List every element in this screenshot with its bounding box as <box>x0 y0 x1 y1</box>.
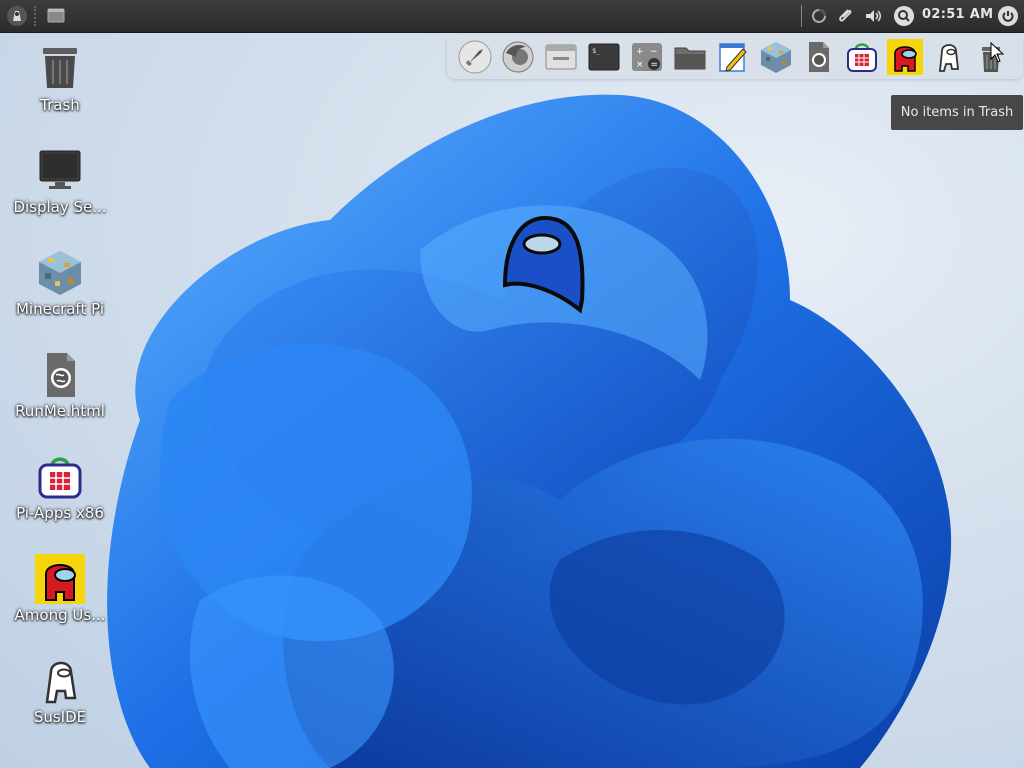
panel-separator <box>801 5 802 27</box>
panel-grip <box>34 6 38 26</box>
desktop-icon-label: SusIDE <box>33 708 87 726</box>
terminal-icon[interactable]: $_ <box>586 39 622 75</box>
desktop-icon-display-settings[interactable]: Display Se... <box>5 146 115 238</box>
desktop-icon-susIDE[interactable]: SusIDE <box>5 656 115 748</box>
html-file-icon[interactable] <box>801 39 837 75</box>
dock: $_ + − × = <box>447 35 1023 79</box>
firefox-icon[interactable] <box>500 39 536 75</box>
desktop-icon-label: Display Se... <box>13 198 107 216</box>
susIDE-icon[interactable] <box>930 39 966 75</box>
desktop-icon-trash[interactable]: Trash <box>5 44 115 136</box>
desktop-icon-label: RunMe.html <box>15 402 105 420</box>
susIDE-icon <box>45 661 77 704</box>
svg-text:$_: $_ <box>592 47 601 55</box>
trash-icon <box>43 48 77 88</box>
calculator-icon[interactable]: + − × = <box>629 39 665 75</box>
app-menu-icon[interactable] <box>6 5 28 27</box>
search-icon[interactable] <box>893 5 915 27</box>
minecraft-icon <box>39 251 81 295</box>
svg-text:−: − <box>650 47 658 57</box>
window-app-icon[interactable] <box>543 39 579 75</box>
pi-apps-icon <box>38 457 82 499</box>
display-icon <box>39 150 81 189</box>
window-icon[interactable] <box>47 8 65 23</box>
mouse-cursor <box>990 42 1005 63</box>
wallpaper-bloom <box>107 94 952 768</box>
among-us-icon[interactable] <box>887 39 923 75</box>
clipboard-icon[interactable] <box>834 5 856 27</box>
svg-text:×: × <box>636 60 644 70</box>
folder-icon[interactable] <box>672 39 708 75</box>
update-spinner-icon[interactable] <box>808 5 830 27</box>
desktop-icon-label: Trash <box>40 96 80 114</box>
desktop-icon-label: Pi-Apps x86 <box>16 504 104 522</box>
desktop-icon-label: Among Us... <box>14 606 106 624</box>
html-file-icon <box>47 353 75 397</box>
svg-text:=: = <box>651 60 659 70</box>
svg-text:+: + <box>636 47 644 57</box>
desktop-icon-label: Minecraft Pi <box>15 300 104 318</box>
desktop-icon-among-us[interactable]: Among Us... <box>5 554 115 646</box>
text-editor-icon[interactable] <box>715 39 751 75</box>
power-icon[interactable] <box>997 5 1019 27</box>
rocket-icon[interactable] <box>457 39 493 75</box>
minecraft-icon[interactable] <box>758 39 794 75</box>
desktop-icon-pi-apps[interactable]: Pi-Apps x86 <box>5 452 115 544</box>
top-panel: 02:51 AM <box>0 0 1024 33</box>
desktop-icon-minecraft-pi[interactable]: Minecraft Pi <box>5 248 115 340</box>
among-us-icon <box>35 554 85 604</box>
volume-icon[interactable] <box>862 5 884 27</box>
clock[interactable]: 02:51 AM <box>922 7 993 22</box>
pi-apps-icon[interactable] <box>844 39 880 75</box>
desktop-icon-runme-html[interactable]: RunMe.html <box>5 350 115 442</box>
trash-tooltip: No items in Trash <box>891 95 1023 130</box>
